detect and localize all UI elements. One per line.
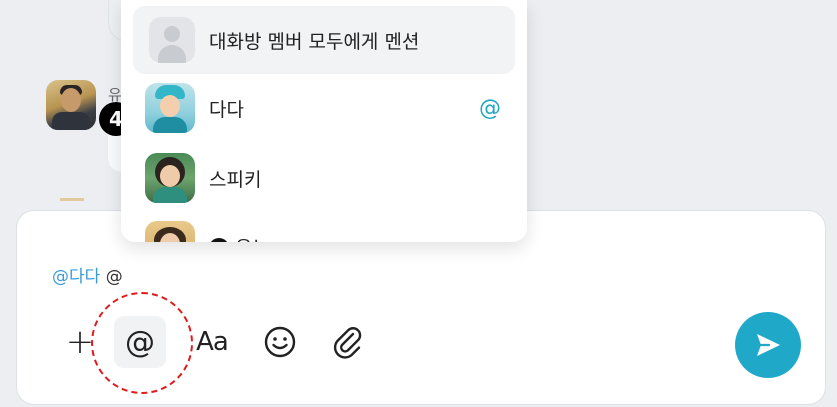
composer-input[interactable]: @다다 @ bbox=[52, 262, 123, 287]
user-placeholder-icon bbox=[149, 17, 195, 63]
user-avatar bbox=[145, 83, 195, 133]
mention-suggestions-popup: 대화방 멤버 모두에게 멘션 다다 @ 스피키 유노 bbox=[121, 0, 527, 242]
sender-avatar[interactable] bbox=[46, 80, 96, 130]
text-format-icon: Aa bbox=[196, 327, 229, 357]
background-fragment bbox=[60, 198, 84, 201]
user-avatar bbox=[145, 153, 195, 203]
annotation-highlight-circle bbox=[91, 292, 193, 394]
mentioned-at-icon: @ bbox=[479, 95, 501, 121]
mention-option-all[interactable]: 대화방 멤버 모두에게 멘션 bbox=[133, 6, 515, 74]
mention-option-label: 다다 bbox=[209, 98, 244, 121]
send-icon bbox=[757, 334, 780, 356]
mention-option-label: 스피키 bbox=[209, 168, 262, 191]
mention-option-user[interactable]: 다다 @ bbox=[133, 74, 515, 142]
emoji-button[interactable] bbox=[254, 316, 306, 368]
user-avatar bbox=[145, 221, 195, 242]
plus-icon: + bbox=[65, 322, 95, 362]
mention-option-label: 유노 bbox=[209, 233, 515, 242]
mention-chip[interactable]: @다다 bbox=[52, 267, 100, 287]
typed-text: @ bbox=[105, 267, 123, 287]
attach-file-button[interactable] bbox=[322, 316, 374, 368]
mention-option-label: 대화방 멤버 모두에게 멘션 bbox=[209, 30, 420, 53]
status-icon bbox=[209, 238, 229, 242]
text-format-button[interactable]: Aa bbox=[186, 316, 238, 368]
send-button[interactable] bbox=[735, 312, 801, 378]
mention-option-user[interactable]: 유노 bbox=[133, 212, 515, 242]
emoji-icon bbox=[264, 326, 296, 358]
mention-option-user[interactable]: 스피키 bbox=[133, 144, 515, 212]
paperclip-icon bbox=[333, 327, 362, 359]
